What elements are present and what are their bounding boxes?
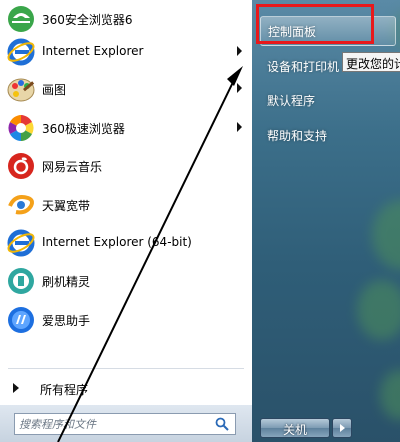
devices-printers-label: 设备和打印机 bbox=[267, 60, 340, 74]
tooltip: 更改您的计 bbox=[342, 52, 400, 72]
highlight-box bbox=[256, 4, 374, 44]
separator bbox=[8, 368, 244, 369]
shutdown-label: 关机 bbox=[283, 423, 308, 437]
background-blob bbox=[372, 200, 400, 270]
program-label: 360安全浏览器6 bbox=[42, 13, 133, 27]
background-blob bbox=[380, 370, 400, 420]
arrow-right-icon bbox=[340, 424, 345, 432]
360-secure-browser-icon bbox=[8, 6, 34, 32]
program-item-internet-explorer-64[interactable]: Internet Explorer (64-bit) bbox=[0, 224, 252, 262]
netease-music-icon bbox=[8, 153, 34, 179]
program-item-netease-music[interactable]: 网易云音乐 bbox=[0, 147, 252, 185]
all-programs-label: 所有程序 bbox=[40, 383, 89, 397]
submenu-arrow-icon bbox=[237, 46, 242, 56]
search-box bbox=[14, 413, 236, 435]
program-item-tianyi-broadband[interactable]: 天翼宽带 bbox=[0, 186, 252, 224]
program-label: 刷机精灵 bbox=[42, 275, 91, 289]
start-menu-program-pane: 360安全浏览器6 Internet Explorer 画图 360极速浏览器 … bbox=[0, 0, 252, 442]
tooltip-text: 更改您的计 bbox=[346, 57, 400, 71]
program-label: 360极速浏览器 bbox=[42, 122, 125, 136]
search-area bbox=[0, 405, 252, 442]
program-label: 网易云音乐 bbox=[42, 160, 103, 174]
program-item-flash-wizard[interactable]: 刷机精灵 bbox=[0, 262, 252, 300]
internet-explorer-icon bbox=[7, 38, 35, 66]
flash-wizard-icon bbox=[8, 268, 34, 294]
background-blob bbox=[357, 280, 400, 340]
program-label: Internet Explorer bbox=[42, 44, 144, 58]
all-programs-button[interactable]: 所有程序 bbox=[0, 374, 252, 402]
help-support-item[interactable]: 帮助和支持 bbox=[260, 121, 396, 149]
internet-explorer-64-icon bbox=[7, 229, 35, 257]
program-item-paint[interactable]: 画图 bbox=[0, 70, 252, 108]
paint-icon bbox=[7, 78, 35, 102]
i4-assistant-icon bbox=[8, 307, 34, 333]
program-label: 天翼宽带 bbox=[42, 199, 91, 213]
help-support-label: 帮助和支持 bbox=[267, 129, 328, 143]
program-label: 画图 bbox=[42, 83, 67, 97]
search-input[interactable] bbox=[19, 416, 199, 432]
program-label: 爱思助手 bbox=[42, 314, 91, 328]
submenu-arrow-icon bbox=[237, 83, 242, 93]
search-icon[interactable] bbox=[215, 417, 229, 431]
program-item-internet-explorer[interactable]: Internet Explorer bbox=[0, 33, 252, 71]
submenu-arrow-icon bbox=[237, 122, 242, 132]
tianyi-broadband-icon bbox=[8, 195, 34, 215]
shutdown-button[interactable]: 关机 bbox=[260, 418, 330, 438]
program-label: Internet Explorer (64-bit) bbox=[42, 235, 192, 249]
program-item-i4-assistant[interactable]: 爱思助手 bbox=[0, 301, 252, 339]
shutdown-options-button[interactable] bbox=[332, 418, 352, 438]
default-programs-label: 默认程序 bbox=[267, 94, 316, 108]
default-programs-item[interactable]: 默认程序 bbox=[260, 86, 396, 114]
arrow-right-icon bbox=[13, 383, 19, 393]
360-speed-browser-icon bbox=[8, 115, 34, 141]
program-item-360-speed-browser[interactable]: 360极速浏览器 bbox=[0, 109, 252, 147]
